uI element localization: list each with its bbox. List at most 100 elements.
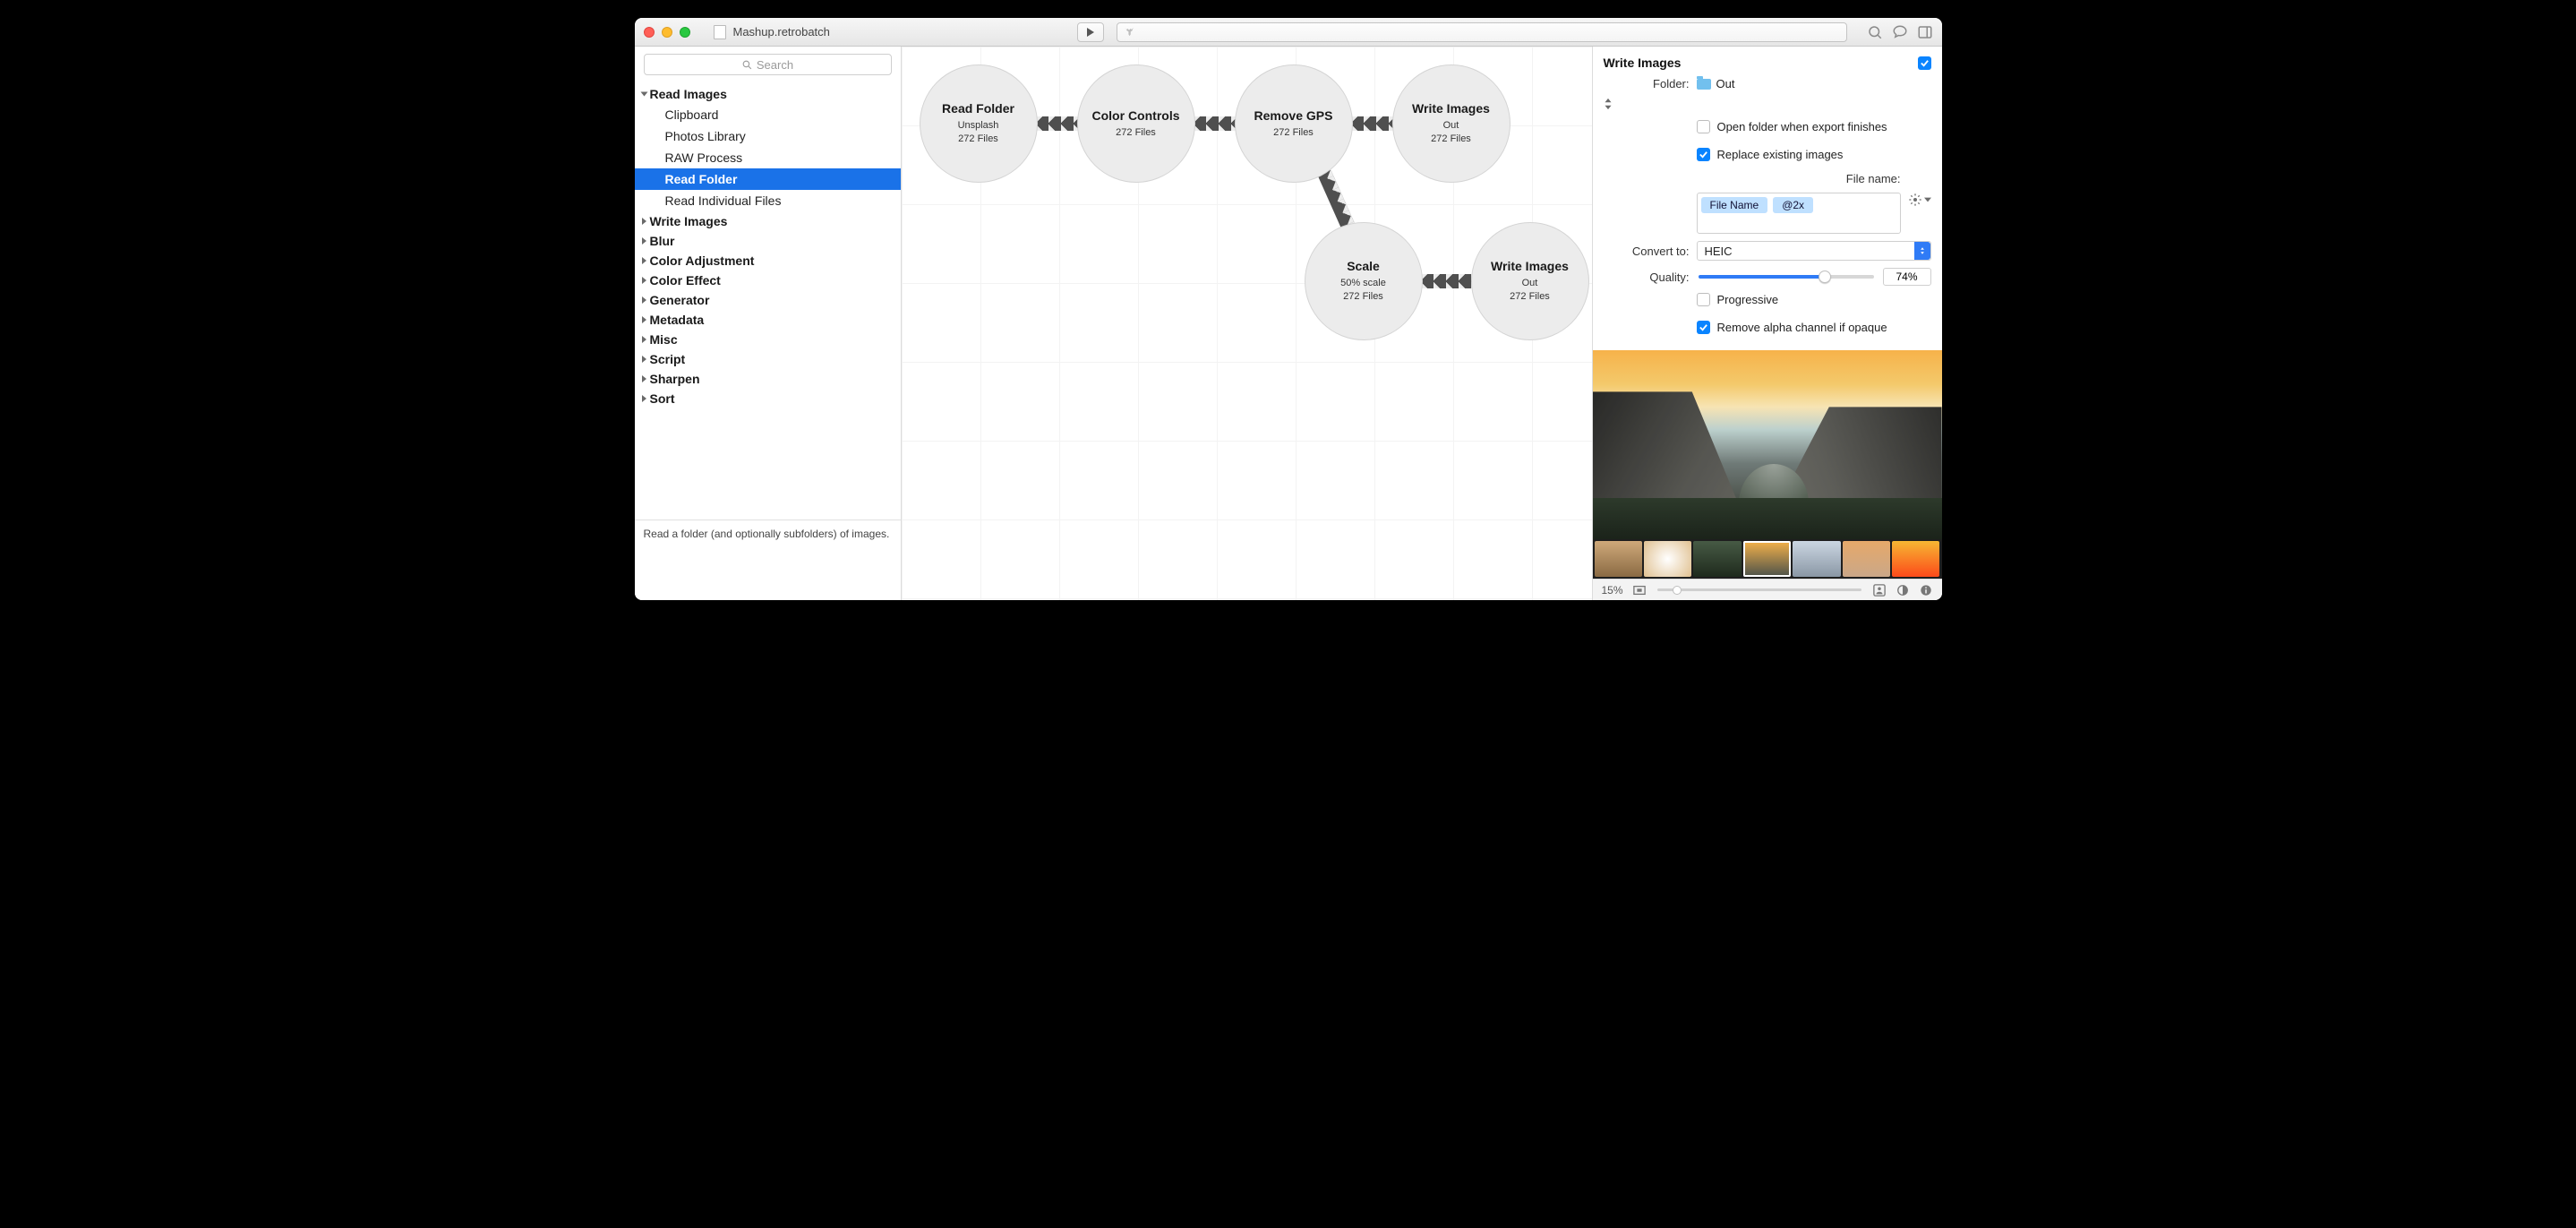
disclosure-triangle-icon bbox=[642, 395, 646, 402]
app-window: Mashup.retrobatch Search bbox=[635, 18, 1942, 600]
toolbar-right bbox=[1867, 24, 1933, 40]
titlebar: Mashup.retrobatch bbox=[635, 18, 1942, 47]
node-subtitle: 50% scale bbox=[1340, 277, 1386, 290]
connection[interactable] bbox=[1421, 274, 1473, 288]
node-color-controls[interactable]: Color Controls 272 Files bbox=[1077, 64, 1195, 183]
folder-popup[interactable]: Out bbox=[1697, 77, 1735, 90]
select-button bbox=[1914, 242, 1930, 260]
group-sharpen[interactable]: Sharpen bbox=[635, 369, 901, 389]
folder-value: Out bbox=[1716, 77, 1735, 90]
remove-alpha-label: Remove alpha channel if opaque bbox=[1717, 321, 1887, 334]
node-read-folder[interactable]: Read Folder Unsplash 272 Files bbox=[920, 64, 1038, 183]
filename-token[interactable]: @2x bbox=[1773, 197, 1813, 213]
thumbnail[interactable] bbox=[1743, 541, 1791, 577]
zoom-slider[interactable] bbox=[1657, 588, 1861, 591]
replace-existing-checkbox[interactable] bbox=[1697, 148, 1710, 161]
connection[interactable] bbox=[1351, 116, 1394, 131]
group-script[interactable]: Script bbox=[635, 349, 901, 369]
group-read-images[interactable]: Read Images bbox=[635, 84, 901, 104]
thumbnail[interactable] bbox=[1793, 541, 1840, 577]
group-misc[interactable]: Misc bbox=[635, 330, 901, 349]
library-item-read-folder[interactable]: Read Folder bbox=[635, 168, 901, 190]
contrast-icon[interactable] bbox=[1896, 583, 1910, 597]
node-enabled-checkbox[interactable] bbox=[1918, 56, 1931, 70]
group-label: Read Images bbox=[650, 87, 727, 101]
thumbnail[interactable] bbox=[1843, 541, 1890, 577]
replace-existing-label: Replace existing images bbox=[1717, 148, 1844, 161]
group-color-adjustment[interactable]: Color Adjustment bbox=[635, 251, 901, 271]
disclosure-triangle-icon bbox=[642, 316, 646, 323]
filename-token-menu[interactable] bbox=[1908, 193, 1931, 207]
chat-icon[interactable] bbox=[1892, 24, 1908, 40]
node-write-images-2[interactable]: Write Images Out 272 Files bbox=[1471, 222, 1589, 340]
thumbnail[interactable] bbox=[1644, 541, 1691, 577]
filename-token-field[interactable]: File Name @2x bbox=[1697, 193, 1901, 234]
zoom-window-button[interactable] bbox=[680, 27, 690, 38]
group-label: Generator bbox=[650, 293, 710, 307]
connection[interactable] bbox=[1036, 116, 1079, 131]
disclosure-triangle-icon bbox=[642, 257, 646, 264]
node-count: 272 Files bbox=[1116, 126, 1156, 140]
group-color-effect[interactable]: Color Effect bbox=[635, 271, 901, 290]
node-title: Read Folder bbox=[942, 101, 1014, 116]
node-library[interactable]: Read Images Clipboard Photos Library RAW… bbox=[635, 82, 901, 520]
thumbnail[interactable] bbox=[1595, 541, 1642, 577]
open-folder-label: Open folder when export finishes bbox=[1717, 120, 1887, 133]
folder-stepper[interactable] bbox=[1604, 98, 1614, 113]
node-count: 272 Files bbox=[1510, 290, 1550, 304]
filename-token[interactable]: File Name bbox=[1701, 197, 1768, 213]
disclosure-triangle-icon bbox=[642, 336, 646, 343]
preview-decoration bbox=[1593, 498, 1942, 539]
inspector-title: Write Images bbox=[1604, 56, 1682, 70]
node-count: 272 Files bbox=[958, 133, 998, 146]
quality-value-field[interactable] bbox=[1883, 268, 1931, 286]
preview-image[interactable] bbox=[1593, 350, 1942, 539]
disclosure-triangle-icon bbox=[642, 296, 646, 304]
group-metadata[interactable]: Metadata bbox=[635, 310, 901, 330]
filename-label: File name: bbox=[1846, 168, 1901, 185]
group-sort[interactable]: Sort bbox=[635, 389, 901, 408]
info-icon[interactable] bbox=[1919, 583, 1933, 597]
group-blur[interactable]: Blur bbox=[635, 231, 901, 251]
thumbnail[interactable] bbox=[1892, 541, 1939, 577]
close-window-button[interactable] bbox=[644, 27, 655, 38]
open-folder-checkbox[interactable] bbox=[1697, 120, 1710, 133]
node-remove-gps[interactable]: Remove GPS 272 Files bbox=[1235, 64, 1353, 183]
quicklook-icon[interactable] bbox=[1867, 24, 1883, 40]
library-item-raw-process[interactable]: RAW Process bbox=[635, 147, 901, 168]
convert-value: HEIC bbox=[1705, 245, 1733, 258]
folder-label: Folder: bbox=[1653, 77, 1689, 90]
workflow-canvas[interactable]: Read Folder Unsplash 272 Files Color Con… bbox=[902, 47, 1593, 600]
library-item-clipboard[interactable]: Clipboard bbox=[635, 104, 901, 125]
disclosure-triangle-icon bbox=[642, 277, 646, 284]
library-item-photos-library[interactable]: Photos Library bbox=[635, 125, 901, 147]
inspector-toggle-icon[interactable] bbox=[1917, 24, 1933, 40]
thumbnail-strip[interactable] bbox=[1593, 539, 1942, 579]
search-input[interactable]: Search bbox=[644, 54, 892, 75]
library-item-read-individual-files[interactable]: Read Individual Files bbox=[635, 190, 901, 211]
disclosure-triangle-icon bbox=[642, 218, 646, 225]
node-write-images-1[interactable]: Write Images Out 272 Files bbox=[1392, 64, 1511, 183]
group-generator[interactable]: Generator bbox=[635, 290, 901, 310]
library-item-description: Read a folder (and optionally subfolders… bbox=[635, 520, 901, 600]
person-icon[interactable] bbox=[1872, 583, 1887, 597]
path-bar[interactable] bbox=[1117, 22, 1847, 42]
chevron-down-icon bbox=[1924, 197, 1931, 202]
connection[interactable] bbox=[1194, 116, 1237, 131]
run-button[interactable] bbox=[1077, 22, 1104, 42]
progressive-checkbox[interactable] bbox=[1697, 293, 1710, 306]
group-label: Sharpen bbox=[650, 372, 700, 386]
minimize-window-button[interactable] bbox=[662, 27, 672, 38]
group-write-images[interactable]: Write Images bbox=[635, 211, 901, 231]
remove-alpha-checkbox[interactable] bbox=[1697, 321, 1710, 334]
thumbnail[interactable] bbox=[1693, 541, 1741, 577]
check-icon bbox=[1699, 150, 1708, 159]
node-scale[interactable]: Scale 50% scale 272 Files bbox=[1305, 222, 1423, 340]
convert-format-select[interactable]: HEIC bbox=[1697, 241, 1931, 261]
quality-slider[interactable] bbox=[1699, 275, 1874, 279]
zoom-fit-icon[interactable] bbox=[1632, 583, 1647, 597]
deer-icon bbox=[1123, 26, 1135, 39]
stepper-icon bbox=[1604, 98, 1613, 110]
node-title: Scale bbox=[1347, 259, 1380, 273]
preview-toolbar: 15% bbox=[1593, 579, 1942, 600]
